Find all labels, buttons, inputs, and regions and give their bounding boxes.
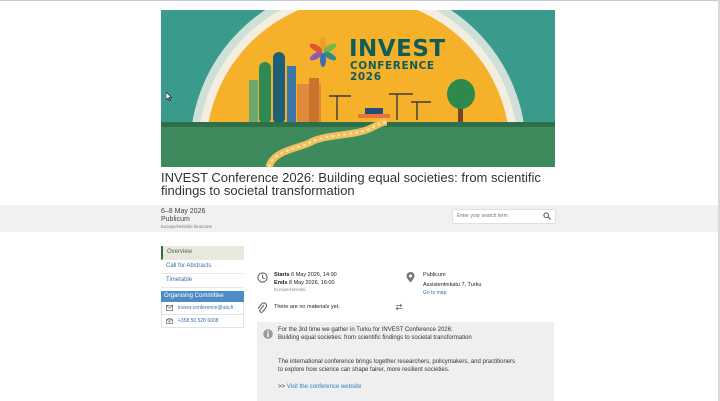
conference-banner: INVEST CONFERENCE 2026	[161, 10, 555, 167]
ends-label: Ends	[274, 280, 288, 286]
search-box[interactable]	[452, 209, 556, 224]
contact-email[interactable]: invest-conference@utu.fi	[161, 302, 244, 315]
event-date: 6–8 May 2026	[161, 208, 206, 215]
event-start: Starts 6 May 2026, 14:00	[274, 271, 337, 279]
phone-icon	[166, 318, 173, 324]
location-pin-icon	[406, 272, 415, 283]
transfer-icon[interactable]	[395, 303, 403, 311]
mouse-cursor-icon	[166, 92, 172, 101]
contact-email-link[interactable]: invest-conference@utu.fi	[178, 302, 233, 314]
starts-value: 6 May 2026, 14:00	[291, 272, 337, 278]
banner-subtitle: CONFERENCE 2026	[350, 60, 435, 83]
event-end: Ends 8 May 2026, 16:00	[274, 279, 335, 287]
organising-committee-header: Organising Committee	[161, 291, 244, 302]
description-body-line-1: The international conference brings toge…	[278, 359, 516, 365]
starts-label: Starts	[274, 272, 290, 278]
details-timezone: Europe/Helsinki	[274, 287, 306, 292]
conference-website-row: >> Visit the conference website	[278, 383, 361, 391]
description-intro-line-2: Building equal societies: from scientifi…	[278, 335, 472, 341]
sidebar-item-timetable[interactable]: Timetable	[161, 274, 244, 288]
description-intro-line-1: For the 3rd time we gather in Turku for …	[278, 327, 453, 333]
materials-status: There are no materials yet.	[274, 304, 340, 310]
description-body-line-2: to explore how science can shape fairer,…	[278, 367, 450, 373]
paperclip-icon	[257, 302, 267, 313]
go-to-map-link[interactable]: Go to map	[423, 290, 446, 297]
search-input[interactable]	[457, 211, 537, 221]
venue-address: Assistentinkatu 7, Turku	[423, 282, 482, 288]
conference-website-link[interactable]: Visit the conference website	[287, 384, 362, 390]
contact-phone-number[interactable]: +358 50 528 6008	[178, 315, 218, 327]
info-icon	[263, 329, 273, 339]
banner-illustration	[161, 10, 555, 167]
ends-value: 8 May 2026, 16:00	[288, 280, 335, 286]
envelope-icon	[166, 305, 173, 311]
link-prefix: >>	[278, 384, 286, 390]
venue-name: Publicum	[423, 272, 446, 278]
banner-title: INVEST	[349, 36, 446, 62]
event-title: INVEST Conference 2026: Building equal s…	[161, 170, 541, 198]
sidebar-item-overview[interactable]: Overview	[161, 246, 244, 260]
event-timezone[interactable]: Europe/Helsinki timezone	[161, 224, 212, 230]
contact-phone[interactable]: +358 50 528 6008	[161, 315, 244, 328]
search-icon[interactable]	[543, 212, 551, 220]
clock-icon	[257, 272, 268, 283]
sidebar-item-call-for-abstracts[interactable]: Call for Abstracts	[161, 260, 244, 274]
window-top-border	[0, 0, 720, 1]
event-info-bar	[0, 205, 718, 232]
event-sidebar: Overview Call for Abstracts Timetable Or…	[161, 246, 244, 328]
event-venue: Publicum	[161, 216, 190, 223]
